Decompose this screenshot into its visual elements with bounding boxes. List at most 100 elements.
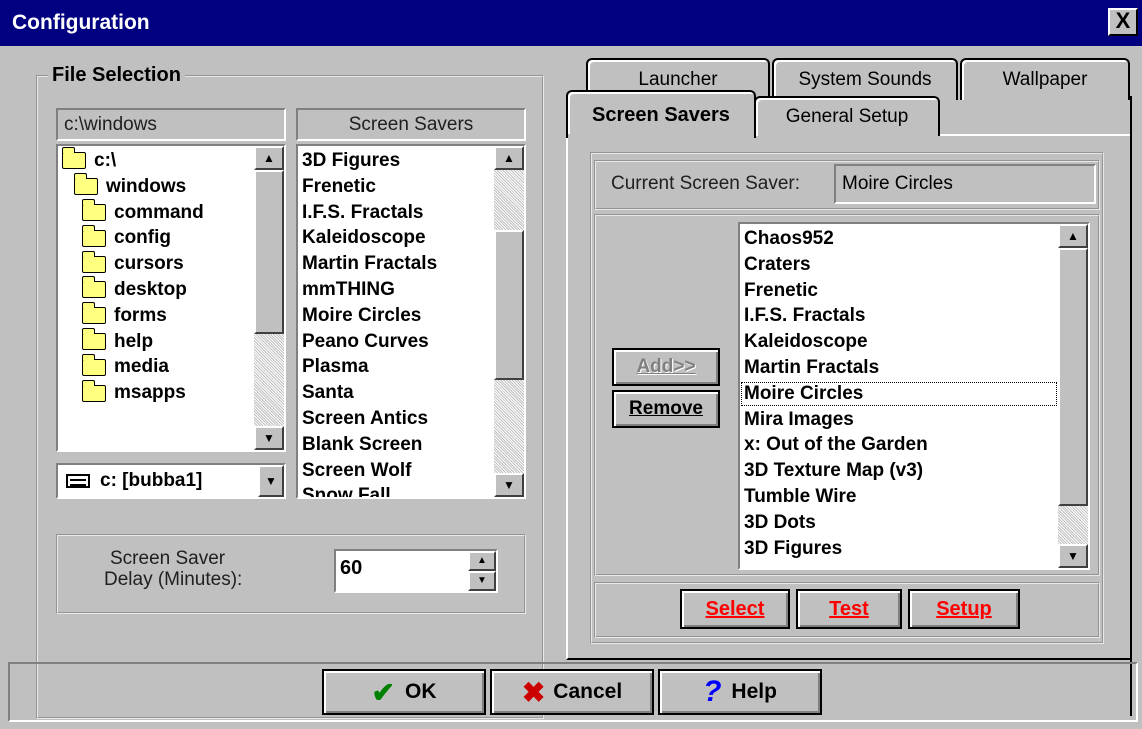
folder-scroll-thumb[interactable] bbox=[254, 170, 284, 334]
selected-scroll-track[interactable] bbox=[1058, 506, 1088, 544]
tab-general-setup[interactable]: General Setup bbox=[754, 96, 940, 136]
delay-stepper[interactable]: 60 ▲ ▼ bbox=[334, 549, 498, 593]
spin-buttons: ▲ ▼ bbox=[468, 551, 496, 591]
folder-item-label: msapps bbox=[114, 382, 186, 404]
path-display: c:\windows bbox=[56, 108, 286, 141]
spin-up-button[interactable]: ▲ bbox=[468, 551, 496, 571]
tab-launcher-label: Launcher bbox=[638, 69, 718, 90]
selected-saver-item[interactable]: x: Out of the Garden bbox=[740, 432, 1058, 458]
savers-scroll-up-button[interactable]: ▲ bbox=[494, 146, 524, 170]
selected-scrollbar[interactable]: ▲ ▼ bbox=[1058, 224, 1088, 568]
drive-dropdown-button[interactable]: ▼ bbox=[258, 465, 284, 497]
screen-saver-item[interactable]: Kaleidoscope bbox=[298, 225, 494, 251]
drive-select[interactable]: c: [bubba1] ▼ bbox=[56, 463, 286, 499]
folder-item[interactable]: cursors bbox=[58, 250, 254, 277]
selected-saver-item[interactable]: Kaleidoscope bbox=[740, 329, 1058, 355]
folder-item[interactable]: msapps bbox=[58, 379, 254, 406]
question-mark-icon: ? bbox=[703, 675, 722, 708]
folder-item[interactable]: desktop bbox=[58, 276, 254, 303]
remove-button[interactable]: Remove bbox=[612, 390, 720, 428]
selected-savers-listbox[interactable]: Chaos952 Craters Frenetic I.F.S. Fractals Ka… bbox=[738, 222, 1090, 570]
savers-scrollbar[interactable]: ▲ ▼ bbox=[494, 146, 524, 497]
selected-saver-item[interactable]: Craters bbox=[740, 252, 1058, 278]
selected-saver-item[interactable]: Chaos952 bbox=[740, 226, 1058, 252]
current-saver-label: Current Screen Saver: bbox=[611, 173, 801, 194]
chevron-down-icon: ▼ bbox=[265, 474, 277, 488]
spin-down-button[interactable]: ▼ bbox=[468, 571, 496, 591]
screen-saver-item[interactable]: Peano Curves bbox=[298, 329, 494, 355]
selected-scroll-thumb[interactable] bbox=[1058, 248, 1088, 506]
remove-button-label: Remove bbox=[629, 398, 703, 419]
add-button-label: Add>> bbox=[636, 356, 696, 377]
screen-saver-item[interactable]: Frenetic bbox=[298, 174, 494, 200]
folder-item-label: cursors bbox=[114, 253, 184, 275]
folder-icon bbox=[81, 353, 106, 376]
selected-saver-item[interactable]: 3D Dots bbox=[740, 510, 1058, 536]
folder-item-label: help bbox=[114, 330, 154, 352]
cancel-button[interactable]: ✖ Cancel bbox=[490, 669, 654, 715]
path-text: c:\windows bbox=[64, 113, 157, 135]
select-button-label: Select bbox=[705, 597, 765, 620]
screen-saver-item[interactable]: Plasma bbox=[298, 354, 494, 380]
screen-saver-item[interactable]: 3D Figures bbox=[298, 148, 494, 174]
help-button[interactable]: ? Help bbox=[658, 669, 822, 715]
tab-system-sounds[interactable]: System Sounds bbox=[772, 58, 958, 100]
folder-item-label: media bbox=[114, 356, 169, 378]
selected-saver-item[interactable]: I.F.S. Fractals bbox=[740, 303, 1058, 329]
select-button[interactable]: Select bbox=[680, 589, 790, 629]
folder-item-label: forms bbox=[114, 304, 167, 326]
add-button[interactable]: Add>> bbox=[612, 348, 720, 386]
screen-saver-item[interactable]: Martin Fractals bbox=[298, 251, 494, 277]
selected-saver-item[interactable]: Mira Images bbox=[740, 407, 1058, 433]
screen-savers-listbox[interactable]: 3D Figures Frenetic I.F.S. Fractals Kaleido… bbox=[296, 144, 526, 499]
selected-scroll-up-button[interactable]: ▲ bbox=[1058, 224, 1088, 248]
tab-wallpaper[interactable]: Wallpaper bbox=[960, 58, 1130, 100]
screen-saver-item[interactable]: Blank Screen bbox=[298, 432, 494, 458]
folder-scroll-down-button[interactable]: ▼ bbox=[254, 426, 284, 450]
folder-item[interactable]: forms bbox=[58, 302, 254, 329]
folder-item[interactable]: help bbox=[58, 327, 254, 355]
screen-saver-item[interactable]: Santa bbox=[298, 380, 494, 406]
savers-scroll-thumb[interactable] bbox=[494, 230, 524, 380]
folder-item[interactable]: command bbox=[58, 198, 254, 226]
folder-icon bbox=[81, 198, 106, 221]
selected-saver-item[interactable]: 3D Figures bbox=[740, 536, 1058, 562]
folder-item[interactable]: c:\ bbox=[58, 147, 254, 174]
setup-button-label: Setup bbox=[936, 597, 992, 620]
folder-item[interactable]: config bbox=[58, 224, 254, 251]
cancel-button-label: Cancel bbox=[553, 680, 623, 703]
savers-scroll-track-upper[interactable] bbox=[494, 170, 524, 230]
delay-input[interactable]: 60 bbox=[340, 557, 362, 580]
screen-saver-item[interactable]: Screen Wolf bbox=[298, 458, 494, 484]
arrow-down-icon: ▼ bbox=[503, 478, 515, 492]
delay-label-line2: Delay (Minutes): bbox=[104, 569, 243, 590]
test-button[interactable]: Test bbox=[796, 589, 902, 629]
folder-item[interactable]: media bbox=[58, 353, 254, 380]
savers-scroll-track-lower[interactable] bbox=[494, 380, 524, 473]
folder-scrollbar[interactable]: ▲ ▼ bbox=[254, 146, 284, 450]
selected-scroll-down-button[interactable]: ▼ bbox=[1058, 544, 1088, 568]
tab-screen-savers[interactable]: Screen Savers bbox=[566, 90, 756, 138]
screen-saver-item[interactable]: Screen Antics bbox=[298, 406, 494, 432]
folder-listbox[interactable]: c:\ windows command config cursors desktop for… bbox=[56, 144, 286, 452]
active-tab-join bbox=[568, 134, 754, 138]
selected-saver-item[interactable]: Frenetic bbox=[740, 278, 1058, 304]
setup-button[interactable]: Setup bbox=[908, 589, 1020, 629]
folder-icon bbox=[81, 379, 106, 402]
selected-saver-item[interactable]: 3D Texture Map (v3) bbox=[740, 458, 1058, 484]
savers-scroll-down-button[interactable]: ▼ bbox=[494, 473, 524, 497]
folder-item-label: config bbox=[114, 227, 171, 249]
screen-saver-item[interactable]: Moire Circles bbox=[298, 303, 494, 329]
selected-saver-item[interactable]: Martin Fractals bbox=[740, 355, 1058, 381]
open-folder-icon bbox=[73, 173, 98, 196]
screen-saver-item[interactable]: I.F.S. Fractals bbox=[298, 200, 494, 226]
selected-saver-item[interactable]: Tumble Wire bbox=[740, 484, 1058, 510]
close-button[interactable]: X bbox=[1108, 8, 1138, 36]
folder-item[interactable]: windows bbox=[58, 173, 254, 200]
screen-saver-item[interactable]: mmTHING bbox=[298, 277, 494, 303]
selected-saver-item[interactable]: Moire Circles bbox=[740, 381, 1058, 407]
ok-button[interactable]: ✔ OK bbox=[322, 669, 486, 715]
folder-scroll-up-button[interactable]: ▲ bbox=[254, 146, 284, 170]
folder-scroll-track[interactable] bbox=[254, 334, 284, 426]
screen-saver-item[interactable]: Snow Fall bbox=[298, 483, 494, 497]
